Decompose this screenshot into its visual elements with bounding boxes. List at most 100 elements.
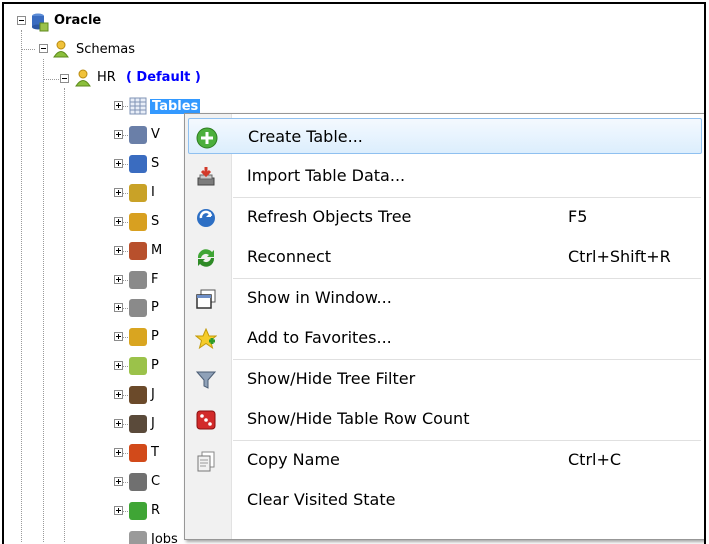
favorites-star-icon bbox=[195, 328, 217, 350]
menu-item-label: Reconnect bbox=[247, 247, 332, 266]
expand-toggle[interactable] bbox=[114, 217, 123, 226]
window-icon bbox=[196, 289, 216, 309]
tree-guide-line bbox=[123, 308, 128, 309]
tree-node-label[interactable]: M bbox=[151, 241, 162, 261]
expand-toggle[interactable] bbox=[114, 506, 123, 515]
menu-separator bbox=[233, 197, 701, 198]
menu-item-label: Import Table Data... bbox=[247, 166, 406, 185]
tree-node-label[interactable]: I bbox=[151, 183, 155, 203]
tree-node-label[interactable]: P bbox=[151, 327, 159, 347]
user-icon bbox=[75, 69, 91, 87]
menu-item-label: Copy Name bbox=[247, 450, 340, 469]
table-grid-icon bbox=[129, 97, 147, 115]
tree-node-icon bbox=[129, 299, 147, 317]
tree-node-label[interactable]: J bbox=[151, 414, 155, 434]
refresh-icon bbox=[197, 209, 215, 227]
tree-guide-line bbox=[123, 251, 128, 252]
oracle-database-icon bbox=[32, 13, 49, 32]
tree-node-icon bbox=[129, 271, 147, 289]
tree-node-label[interactable]: S bbox=[151, 154, 159, 174]
menu-separator bbox=[233, 440, 701, 441]
tree-node-label[interactable]: T bbox=[151, 443, 159, 463]
menu-item-clear-visited-state[interactable]: Clear Visited State bbox=[188, 482, 702, 518]
tree-node-label[interactable]: C bbox=[151, 472, 160, 492]
tree-node-label[interactable]: R bbox=[151, 501, 160, 521]
tree-node-icon bbox=[129, 357, 147, 375]
menu-item-label: Refresh Objects Tree bbox=[247, 207, 412, 226]
copy-icon bbox=[197, 451, 215, 472]
tree-node-icon bbox=[129, 242, 147, 260]
tree-node-schemas[interactable]: Schemas bbox=[76, 40, 135, 60]
tree-guide-line bbox=[123, 482, 128, 483]
tree-guide-line bbox=[123, 164, 128, 165]
tree-guide-line bbox=[123, 106, 128, 107]
expand-toggle[interactable] bbox=[114, 275, 123, 284]
menu-item-show-in-window[interactable]: Show in Window... bbox=[188, 280, 702, 316]
tree-guide-line bbox=[123, 424, 128, 425]
menu-separator bbox=[233, 359, 701, 360]
filter-icon bbox=[195, 371, 217, 389]
menu-item-show-hide-tree-filter[interactable]: Show/Hide Tree Filter bbox=[188, 361, 702, 397]
selected-node-label: Tables bbox=[150, 99, 201, 114]
context-menu: Create Table... Import Table Data... Ref… bbox=[184, 113, 704, 540]
expand-toggle[interactable] bbox=[114, 332, 123, 341]
tree-node-label[interactable]: V bbox=[151, 125, 160, 145]
tree-guide-line bbox=[123, 280, 128, 281]
menu-item-copy-name[interactable]: Copy Name Ctrl+C bbox=[188, 442, 702, 478]
tree-guide-line bbox=[43, 59, 44, 542]
tree-guide-line bbox=[21, 30, 22, 542]
tree-node-hr[interactable]: HR ( Default ) bbox=[97, 68, 201, 88]
tree-node-label[interactable]: F bbox=[151, 270, 158, 290]
collapse-toggle[interactable] bbox=[60, 74, 69, 83]
menu-separator bbox=[233, 278, 701, 279]
expand-toggle[interactable] bbox=[114, 246, 123, 255]
dice-icon bbox=[196, 410, 216, 430]
menu-item-label: Add to Favorites... bbox=[247, 328, 392, 347]
menu-item-label: Show/Hide Table Row Count bbox=[247, 409, 470, 428]
expand-toggle[interactable] bbox=[114, 448, 123, 457]
expand-toggle[interactable] bbox=[114, 159, 123, 168]
tree-guide-line bbox=[123, 337, 128, 338]
expand-toggle[interactable] bbox=[114, 130, 123, 139]
menu-item-add-to-favorites[interactable]: Add to Favorites... bbox=[188, 320, 702, 356]
expand-toggle[interactable] bbox=[114, 101, 123, 110]
tree-guide-line bbox=[123, 193, 128, 194]
menu-item-reconnect[interactable]: Reconnect Ctrl+Shift+R bbox=[188, 239, 702, 275]
menu-item-label: Show/Hide Tree Filter bbox=[247, 369, 416, 388]
tree-node-label[interactable]: P bbox=[151, 356, 159, 376]
user-icon bbox=[53, 40, 69, 58]
tree-node-icon bbox=[129, 126, 147, 144]
tree-guide-line bbox=[123, 366, 128, 367]
expand-toggle[interactable] bbox=[114, 390, 123, 399]
expand-toggle[interactable] bbox=[114, 361, 123, 370]
tree-node-icon bbox=[129, 155, 147, 173]
tree-guide-line bbox=[64, 88, 65, 542]
tree-node-label[interactable]: J bbox=[151, 385, 155, 405]
expand-toggle[interactable] bbox=[114, 419, 123, 428]
tree-node-icon bbox=[129, 213, 147, 231]
menu-item-create-table[interactable]: Create Table... bbox=[188, 118, 702, 154]
tree-node-label[interactable]: S bbox=[151, 212, 159, 232]
tree-node-icon bbox=[129, 444, 147, 462]
expand-toggle[interactable] bbox=[114, 188, 123, 197]
tree-node-label[interactable]: P bbox=[151, 298, 159, 318]
tree-guide-line bbox=[123, 135, 128, 136]
tree-node-label[interactable]: Jobs bbox=[151, 530, 178, 544]
menu-item-import-table-data[interactable]: Import Table Data... bbox=[188, 158, 702, 194]
import-icon bbox=[197, 167, 215, 186]
collapse-toggle[interactable] bbox=[39, 44, 48, 53]
reconnect-icon bbox=[197, 249, 215, 267]
tree-node-oracle[interactable]: Oracle bbox=[54, 11, 101, 31]
tree-node-icon bbox=[129, 184, 147, 202]
tree-node-icon bbox=[129, 415, 147, 433]
tree-node-icon bbox=[129, 328, 147, 346]
menu-item-show-hide-row-count[interactable]: Show/Hide Table Row Count bbox=[188, 401, 702, 437]
collapse-toggle[interactable] bbox=[17, 16, 26, 25]
tree-node-icon bbox=[129, 473, 147, 491]
expand-toggle[interactable] bbox=[114, 477, 123, 486]
expand-toggle[interactable] bbox=[114, 303, 123, 312]
schema-name: HR bbox=[97, 70, 116, 85]
add-green-icon bbox=[196, 127, 218, 149]
menu-item-refresh-objects-tree[interactable]: Refresh Objects Tree F5 bbox=[188, 199, 702, 235]
menu-item-label: Clear Visited State bbox=[247, 490, 396, 509]
